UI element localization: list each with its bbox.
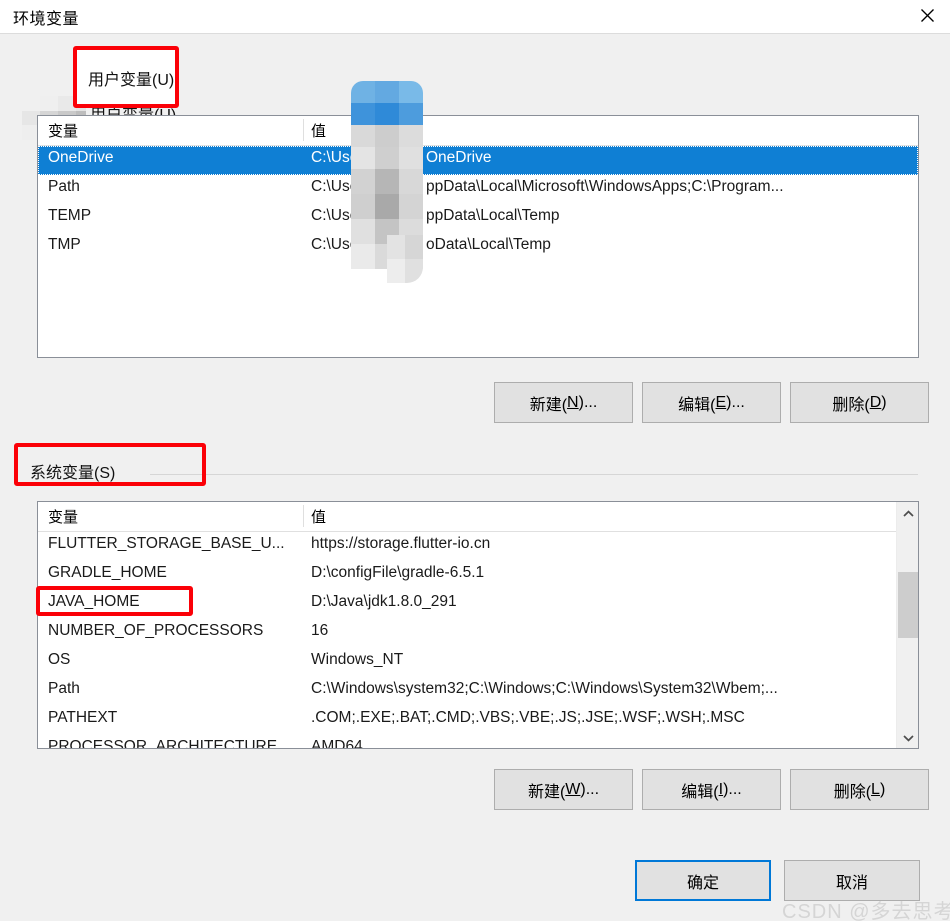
- chevron-up-icon: [902, 505, 914, 522]
- user-delete-label-pre: 删除(: [832, 396, 870, 414]
- user-list-header: 变量 值: [38, 116, 918, 146]
- user-edit-accesskey: E: [715, 393, 727, 411]
- window-title: 环境变量: [13, 11, 80, 28]
- system-delete-label-post: ): [879, 780, 886, 798]
- system-list-rows: FLUTTER_STORAGE_BASE_U... https://storag…: [38, 532, 918, 749]
- user-new-button[interactable]: 新建(N)...: [494, 382, 633, 423]
- cancel-button[interactable]: 取消: [784, 860, 920, 901]
- system-variable-value: Windows_NT: [311, 651, 404, 668]
- table-row[interactable]: TEMP C:\Users ppData\Local\Temp: [38, 204, 918, 233]
- system-delete-label-pre: 删除(: [833, 783, 872, 801]
- close-button[interactable]: [904, 0, 950, 31]
- annotation-user-variables-label: 用户变量(U): [88, 72, 175, 89]
- user-variable-value-suffix: ppData\Local\Microsoft\WindowsApps;C:\Pr…: [426, 178, 784, 195]
- system-variable-value: D:\Java\jdk1.8.0_291: [311, 593, 457, 610]
- system-variable-name: GRADLE_HOME: [48, 564, 167, 581]
- system-list-header: 变量 值: [38, 502, 918, 532]
- system-variable-value: AMD64: [311, 738, 363, 749]
- user-variable-value-suffix: ppData\Local\Temp: [426, 207, 560, 224]
- system-variable-value: D:\configFile\gradle-6.5.1: [311, 564, 485, 581]
- system-edit-label-pre: 编辑(: [681, 783, 719, 801]
- user-delete-button[interactable]: 删除(D): [790, 382, 929, 423]
- user-variable-name: TEMP: [48, 207, 92, 224]
- system-list-scrollbar[interactable]: [896, 502, 918, 748]
- system-new-button[interactable]: 新建(W)...: [494, 769, 633, 810]
- user-list-rows: OneDrive C:\Users OneDrive Path C:\Users…: [38, 146, 918, 262]
- user-variable-name: Path: [48, 178, 80, 195]
- table-row[interactable]: OneDrive C:\Users OneDrive: [38, 146, 918, 175]
- system-delete-accesskey: L: [871, 780, 880, 798]
- system-group-separator-line: [150, 474, 918, 475]
- ok-button[interactable]: 确定: [635, 860, 771, 901]
- system-new-accesskey: W: [565, 780, 581, 798]
- user-variable-value-prefix: C:\Users: [311, 207, 372, 224]
- user-new-label-pre: 新建(: [529, 396, 568, 414]
- user-column-value: 值: [311, 123, 327, 140]
- user-edit-button[interactable]: 编辑(E)...: [642, 382, 781, 423]
- system-variable-name: JAVA_HOME: [48, 593, 140, 610]
- table-row[interactable]: NUMBER_OF_PROCESSORS 16: [38, 619, 918, 648]
- system-variable-value: .COM;.EXE;.BAT;.CMD;.VBS;.VBE;.JS;.JSE;.…: [311, 709, 745, 726]
- user-variable-value-prefix: C:\Users: [311, 149, 372, 166]
- user-edit-label-pre: 编辑(: [678, 396, 716, 414]
- user-column-divider: [303, 119, 304, 141]
- table-row[interactable]: PATHEXT .COM;.EXE;.BAT;.CMD;.VBS;.VBE;.J…: [38, 706, 918, 735]
- user-new-accesskey: N: [567, 393, 579, 411]
- system-variables-list[interactable]: 变量 值 FLUTTER_STORAGE_BASE_U... https://s…: [37, 501, 919, 749]
- user-variable-value-suffix: oData\Local\Temp: [426, 236, 551, 253]
- user-delete-accesskey: D: [869, 393, 882, 411]
- system-variable-value: C:\Windows\system32;C:\Windows;C:\Window…: [311, 680, 778, 697]
- user-column-name: 变量: [48, 123, 79, 140]
- system-variable-value: 16: [311, 622, 329, 639]
- user-variable-value-prefix: C:\Users: [311, 178, 372, 195]
- user-delete-label-post: ): [881, 393, 887, 411]
- user-new-label-post: )...: [578, 393, 598, 411]
- system-variables-group-label: 系统变量(S): [26, 459, 120, 483]
- system-column-value: 值: [311, 509, 327, 526]
- system-edit-label-post: )...: [723, 780, 742, 798]
- system-column-divider: [303, 505, 304, 527]
- table-row[interactable]: Path C:\Users ppData\Local\Microsoft\Win…: [38, 175, 918, 204]
- user-variable-value-suffix: OneDrive: [426, 149, 492, 166]
- table-row[interactable]: PROCESSOR_ARCHITECTURE AMD64: [38, 735, 918, 749]
- user-edit-label-post: )...: [726, 393, 745, 411]
- system-variable-name: OS: [48, 651, 71, 668]
- table-row[interactable]: FLUTTER_STORAGE_BASE_U... https://storag…: [38, 532, 918, 561]
- system-variable-value: https://storage.flutter-io.cn: [311, 535, 491, 552]
- system-variable-name: Path: [48, 680, 80, 697]
- system-column-name: 变量: [48, 509, 79, 526]
- scrollbar-thumb[interactable]: [898, 572, 918, 638]
- table-row[interactable]: TMP C:\Users oData\Local\Temp: [38, 233, 918, 262]
- scrollbar-up-button[interactable]: [897, 502, 918, 524]
- environment-variables-dialog: 用户变量(U) 变量 值 OneDrive C:\Users OneDrive …: [0, 33, 950, 923]
- system-delete-button[interactable]: 删除(L): [790, 769, 929, 810]
- system-variable-name: PROCESSOR_ARCHITECTURE: [48, 738, 278, 749]
- scrollbar-down-button[interactable]: [897, 726, 918, 748]
- user-variable-name: TMP: [48, 236, 81, 253]
- system-edit-button[interactable]: 编辑(I)...: [642, 769, 781, 810]
- table-row[interactable]: GRADLE_HOME D:\configFile\gradle-6.5.1: [38, 561, 918, 590]
- user-variable-value-prefix: C:\Users: [311, 236, 372, 253]
- chevron-down-icon: [902, 729, 914, 746]
- system-variable-name: FLUTTER_STORAGE_BASE_U...: [48, 535, 285, 552]
- user-variable-name: OneDrive: [48, 149, 114, 166]
- system-new-label-post: )...: [580, 780, 600, 798]
- system-variable-name: NUMBER_OF_PROCESSORS: [48, 622, 264, 639]
- system-variable-name: PATHEXT: [48, 709, 118, 726]
- system-new-label-pre: 新建(: [527, 783, 566, 801]
- table-row[interactable]: Path C:\Windows\system32;C:\Windows;C:\W…: [38, 677, 918, 706]
- table-row[interactable]: OS Windows_NT: [38, 648, 918, 677]
- close-icon: [920, 9, 934, 22]
- title-bar: 环境变量: [0, 0, 950, 33]
- table-row[interactable]: JAVA_HOME D:\Java\jdk1.8.0_291: [38, 590, 918, 619]
- user-variables-list[interactable]: 变量 值 OneDrive C:\Users OneDrive Path C:\…: [37, 115, 919, 358]
